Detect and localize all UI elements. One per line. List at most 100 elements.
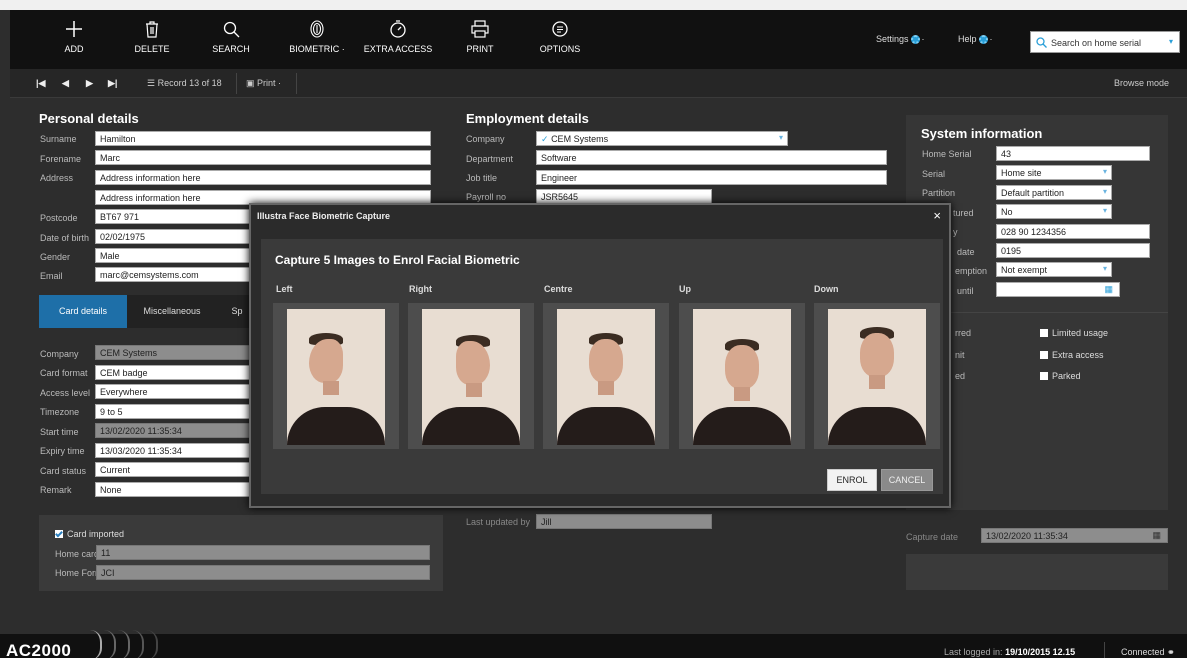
- search-icon: [222, 20, 240, 38]
- extra-access-button[interactable]: EXTRA ACCESS: [360, 10, 436, 69]
- gear-icon: [910, 35, 920, 44]
- first-record-icon[interactable]: |◀: [36, 78, 45, 89]
- expiry-time-field[interactable]: 13/03/2020 11:35:34: [95, 443, 251, 458]
- date-field[interactable]: 0195: [996, 243, 1150, 258]
- chevron-down-icon[interactable]: ▾: [1169, 37, 1173, 46]
- search-button[interactable]: SEARCH: [208, 10, 254, 69]
- payroll-label: Payroll no: [466, 192, 507, 202]
- add-button[interactable]: ADD: [54, 10, 94, 69]
- top-band: [0, 0, 1187, 10]
- parked-checkbox[interactable]: Parked: [1040, 371, 1081, 381]
- home-serial-search[interactable]: ▾: [1030, 31, 1180, 53]
- timer-icon: [389, 20, 407, 38]
- capture-label-down: Down: [814, 284, 839, 294]
- neck-shape: [734, 387, 750, 401]
- employment-company-label: Company: [466, 134, 505, 144]
- payroll-field[interactable]: JSR5645: [536, 189, 712, 204]
- captured-select[interactable]: No ▾: [996, 204, 1112, 219]
- card-company-label: Company: [40, 349, 79, 359]
- app-window: ADD DELETE SEARCH BIOMETRIC · EXTRA ACCE…: [0, 0, 1187, 658]
- surname-field[interactable]: Hamilton: [95, 131, 431, 146]
- calendar-icon[interactable]: ▦: [1104, 284, 1113, 295]
- chevron-down-icon: ▾: [778, 133, 783, 142]
- last-updated-field: Jill: [536, 514, 712, 529]
- department-field[interactable]: Software: [536, 150, 887, 165]
- record-counter[interactable]: ☰ Record 13 of 18: [147, 78, 222, 89]
- options-button[interactable]: OPTIONS: [536, 10, 584, 69]
- home-format-field[interactable]: JCI: [96, 565, 430, 580]
- checkbox-icon: [1040, 351, 1048, 359]
- divider: [236, 73, 237, 94]
- telephone-field[interactable]: 028 90 1234356: [996, 224, 1150, 239]
- employment-company-select[interactable]: ✓ CEM Systems ▾: [536, 131, 788, 146]
- job-title-field[interactable]: Engineer: [536, 170, 887, 185]
- home-card-serial-field[interactable]: 11: [96, 545, 430, 560]
- forename-field[interactable]: Marc: [95, 150, 431, 165]
- chevron-down-icon: ▾: [1102, 167, 1107, 176]
- access-level-field[interactable]: Everywhere: [95, 384, 251, 399]
- card-imported-checkbox[interactable]: Card imported: [55, 529, 124, 539]
- neck-shape: [598, 381, 614, 395]
- settings-menu[interactable]: Settings ·: [876, 34, 925, 44]
- check-icon: ✓: [541, 134, 549, 144]
- email-label: Email: [40, 271, 63, 281]
- card-imported-panel: Card imported Home card Serial 11 Home F…: [39, 515, 443, 591]
- until-date-field[interactable]: ▦: [996, 282, 1120, 297]
- capture-image-down[interactable]: [814, 303, 940, 449]
- close-icon[interactable]: ×: [933, 208, 941, 223]
- address-line1-field[interactable]: Address information here: [95, 170, 431, 185]
- cancel-button[interactable]: CANCEL: [881, 469, 933, 491]
- previous-record-icon[interactable]: ◀: [62, 78, 69, 89]
- until-label: until: [957, 286, 974, 296]
- printer-icon: ▣: [246, 78, 255, 88]
- capture-image-left[interactable]: [273, 303, 399, 449]
- card-company-field[interactable]: CEM Systems: [95, 345, 251, 360]
- tab-card-details[interactable]: Card details: [39, 295, 127, 328]
- card-format-field[interactable]: CEM badge: [95, 365, 251, 380]
- capture-image-up[interactable]: [679, 303, 805, 449]
- capture-label-up: Up: [679, 284, 691, 294]
- access-level-label: Access level: [40, 388, 91, 398]
- next-record-icon[interactable]: ▶: [86, 78, 93, 89]
- biometric-button[interactable]: BIOMETRIC ·: [282, 10, 352, 69]
- dob-field[interactable]: 02/02/1975: [95, 229, 251, 244]
- home-serial-label: Home Serial: [922, 149, 972, 159]
- start-time-label: Start time: [40, 427, 79, 437]
- mode-indicator: Browse mode: [1114, 78, 1170, 88]
- print-button[interactable]: PRINT: [462, 10, 498, 69]
- gender-field[interactable]: Male: [95, 248, 251, 263]
- tab-miscellaneous[interactable]: Miscellaneous: [127, 295, 217, 328]
- partition-select[interactable]: Default partition ▾: [996, 185, 1112, 200]
- date-label: date: [957, 247, 975, 257]
- postcode-label: Postcode: [40, 213, 78, 223]
- delete-button[interactable]: DELETE: [130, 10, 174, 69]
- partition-label: Partition: [922, 188, 956, 198]
- calendar-icon: ▦: [1152, 530, 1161, 540]
- email-field[interactable]: marc@cemsystems.com: [95, 267, 251, 282]
- checkbox-icon: [1040, 372, 1048, 380]
- card-status-field[interactable]: Current: [95, 462, 251, 477]
- search-input[interactable]: [1051, 36, 1163, 50]
- capture-date-field: 13/02/2020 11:35:34 ▦: [981, 528, 1168, 543]
- start-time-field[interactable]: 13/02/2020 11:35:34: [95, 423, 251, 438]
- surname-label: Surname: [40, 134, 77, 144]
- postcode-field[interactable]: BT67 971: [95, 209, 251, 224]
- extra-access-checkbox[interactable]: Extra access: [1040, 350, 1104, 360]
- serial-select[interactable]: Home site ▾: [996, 165, 1112, 180]
- print-menu[interactable]: ▣ Print ·: [246, 78, 281, 89]
- timezone-field[interactable]: 9 to 5: [95, 404, 251, 419]
- capture-image-centre[interactable]: [543, 303, 669, 449]
- trash-icon: [143, 20, 161, 38]
- enrol-button[interactable]: ENROL: [827, 469, 877, 491]
- remark-field[interactable]: None: [95, 482, 251, 497]
- limited-usage-checkbox[interactable]: Limited usage: [1040, 328, 1108, 338]
- help-menu[interactable]: Help ·: [958, 34, 993, 44]
- last-record-icon[interactable]: ▶|: [108, 78, 117, 89]
- home-serial-field[interactable]: 43: [996, 146, 1150, 161]
- exemption-select[interactable]: Not exempt ▾: [996, 262, 1112, 277]
- options-icon: [551, 20, 569, 38]
- capture-image-right[interactable]: [408, 303, 534, 449]
- card-format-label: Card format: [40, 368, 88, 378]
- system-information-title: System information: [921, 126, 1043, 141]
- checkbox-checked-icon: [55, 530, 63, 538]
